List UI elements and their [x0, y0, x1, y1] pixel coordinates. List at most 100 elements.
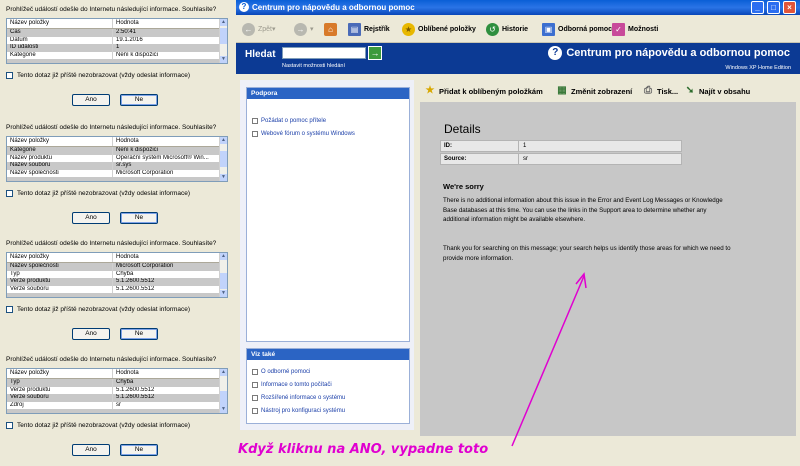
- link-computer-info[interactable]: Informace o tomto počítači: [247, 379, 409, 392]
- column-header-value[interactable]: Hodnota: [113, 137, 227, 146]
- no-button[interactable]: Ne: [120, 94, 158, 106]
- scroll-down-icon[interactable]: ▼: [220, 290, 227, 297]
- add-favorites-button[interactable]: ★ Přidat k oblíbeným položkám: [424, 84, 543, 98]
- link-ask-friend[interactable]: Požádat o pomoc přítele: [247, 115, 409, 128]
- find-in-content-button[interactable]: ➘ Najít v obsahu: [684, 84, 750, 98]
- send-info-dialog: Prohlížeč událostí odešle do Internetu n…: [0, 120, 236, 236]
- search-go-button[interactable]: →: [368, 46, 382, 60]
- yes-button[interactable]: Ano: [72, 212, 110, 224]
- column-header-name[interactable]: Název položky: [7, 253, 113, 262]
- column-header-name[interactable]: Název položky: [7, 369, 113, 378]
- checkbox-box[interactable]: [6, 306, 13, 313]
- dont-ask-checkbox[interactable]: Tento dotaz již příště nezobrazovat (vžd…: [6, 190, 190, 197]
- table-scrollbar[interactable]: ▲ ▼: [219, 369, 227, 413]
- maximize-button[interactable]: □: [767, 1, 780, 14]
- forward-button[interactable]: → ▾: [294, 21, 314, 37]
- yes-button[interactable]: Ano: [72, 328, 110, 340]
- table-row[interactable]: Datum 19.1.2016: [7, 36, 227, 44]
- yes-button[interactable]: Ano: [72, 94, 110, 106]
- index-button[interactable]: ▤ Rejstřík: [348, 21, 390, 37]
- scroll-up-icon[interactable]: ▲: [220, 253, 227, 260]
- table-row[interactable]: Zdroj sr: [7, 401, 227, 409]
- dialog-question: Prohlížeč událostí odešle do Internetu n…: [6, 240, 217, 247]
- table-scrollbar[interactable]: ▲ ▼: [219, 137, 227, 181]
- table-row[interactable]: Čas 2:50:41: [7, 29, 227, 37]
- search-options-link[interactable]: Nastavit možnosti hledání: [282, 63, 345, 69]
- link-label: Rozšířené informace o systému: [261, 395, 346, 401]
- table-row[interactable]: Verze souboru 5.1.2600.5512: [7, 394, 227, 402]
- dont-ask-checkbox[interactable]: Tento dotaz již příště nezobrazovat (vžd…: [6, 306, 190, 313]
- table-row[interactable]: Verze produktu 5.1.2600.5512: [7, 386, 227, 394]
- search-input[interactable]: [282, 47, 366, 59]
- no-info-paragraph: There is no additional information about…: [443, 197, 723, 223]
- checkbox-box[interactable]: [6, 422, 13, 429]
- column-header-name[interactable]: Název položky: [7, 19, 113, 28]
- link-advanced-system-info[interactable]: Rozšířené informace o systému: [247, 392, 409, 405]
- column-header-value[interactable]: Hodnota: [113, 253, 227, 262]
- window-title: Centrum pro nápovědu a odbornou pomoc: [252, 3, 415, 12]
- dont-ask-checkbox[interactable]: Tento dotaz již příště nezobrazovat (vžd…: [6, 72, 190, 79]
- scroll-thumb[interactable]: [220, 151, 227, 167]
- column-header-name[interactable]: Název položky: [7, 137, 113, 146]
- table-row[interactable]: Název společnosti Microsoft Corporation: [7, 169, 227, 177]
- change-view-button[interactable]: ▦ Změnit zobrazení: [556, 84, 632, 98]
- checkbox-box[interactable]: [6, 72, 13, 79]
- panel-header: Viz také: [247, 349, 409, 360]
- scroll-up-icon[interactable]: ▲: [220, 19, 227, 26]
- favorites-button[interactable]: ★ Oblíbené položky: [402, 21, 476, 37]
- cell-value: 5.1.2600.5512: [116, 394, 155, 400]
- cell-name: Název společnosti: [7, 169, 113, 177]
- table-row[interactable]: Název společnosti Microsoft Corporation: [7, 263, 227, 271]
- title-bar[interactable]: ? Centrum pro nápovědu a odbornou pomoc …: [236, 0, 800, 15]
- scroll-thumb[interactable]: [220, 391, 227, 407]
- table-scrollbar[interactable]: ▲ ▼: [219, 19, 227, 63]
- scroll-down-icon[interactable]: ▼: [220, 406, 227, 413]
- table-row[interactable]: Název produktu Operační systém Microsoft®…: [7, 154, 227, 162]
- link-about-support[interactable]: O odborné pomoci: [247, 366, 409, 379]
- info-table[interactable]: Název položky Hodnota Kategorie Není k di…: [6, 136, 228, 182]
- no-button[interactable]: Ne: [120, 444, 158, 456]
- yes-button[interactable]: Ano: [72, 444, 110, 456]
- table-row[interactable]: Název souboru sr.sys: [7, 162, 227, 170]
- scroll-down-icon[interactable]: ▼: [220, 56, 227, 63]
- print-button[interactable]: ⎙ Tisk...: [642, 84, 678, 98]
- table-scrollbar[interactable]: ▲ ▼: [219, 253, 227, 297]
- history-button[interactable]: ↺ Historie: [486, 21, 528, 37]
- support-button[interactable]: ▣ Odborná pomoc: [542, 21, 612, 37]
- scroll-thumb[interactable]: [220, 28, 227, 44]
- no-button[interactable]: Ne: [120, 328, 158, 340]
- scroll-up-icon[interactable]: ▲: [220, 137, 227, 144]
- table-row[interactable]: Kategorie Není k dispozici: [7, 51, 227, 59]
- back-button[interactable]: ← Zpět ▾: [242, 21, 276, 37]
- checkbox-box[interactable]: [6, 190, 13, 197]
- change-view-icon: ▦: [557, 85, 567, 96]
- table-row[interactable]: Typ Chyba: [7, 379, 227, 387]
- send-info-dialog: Prohlížeč událostí odešle do Internetu n…: [0, 236, 236, 352]
- no-button[interactable]: Ne: [120, 212, 158, 224]
- detail-key: ID:: [441, 141, 519, 151]
- close-button[interactable]: ×: [783, 1, 796, 14]
- column-header-value[interactable]: Hodnota: [113, 19, 227, 28]
- home-button[interactable]: ⌂: [324, 21, 340, 37]
- dont-ask-checkbox[interactable]: Tento dotaz již příště nezobrazovat (vžd…: [6, 422, 190, 429]
- info-table[interactable]: Název položky Hodnota Čas 2:50:41 Datum 19…: [6, 18, 228, 64]
- options-icon: ✓: [612, 22, 625, 36]
- scroll-up-icon[interactable]: ▲: [220, 369, 227, 376]
- info-table[interactable]: Název položky Hodnota Typ Chyba Verze pro…: [6, 368, 228, 414]
- table-row[interactable]: Typ Chyba: [7, 270, 227, 278]
- column-header-value[interactable]: Hodnota: [113, 369, 227, 378]
- info-table[interactable]: Název položky Hodnota Název společnosti M…: [6, 252, 228, 298]
- link-system-config[interactable]: Nástroj pro konfiguraci systému: [247, 405, 409, 418]
- table-row[interactable]: Verze souboru 5.1.2600.5512: [7, 285, 227, 293]
- table-row[interactable]: Verze produktu 5.1.2600.5512: [7, 278, 227, 286]
- checkbox-label: Tento dotaz již příště nezobrazovat (vžd…: [17, 72, 191, 79]
- options-button[interactable]: ✓ Možnosti: [612, 21, 658, 37]
- link-windows-forum[interactable]: Webové fórum o systému Windows: [247, 128, 409, 141]
- screenshot-root: Prohlížeč událostí odešle do Internetu n…: [0, 0, 800, 466]
- minimize-button[interactable]: _: [751, 1, 764, 14]
- dialog-stack: Prohlížeč událostí odešle do Internetu n…: [0, 0, 236, 466]
- scroll-down-icon[interactable]: ▼: [220, 174, 227, 181]
- table-row[interactable]: ID události 1: [7, 44, 227, 52]
- table-row[interactable]: Kategorie Není k dispozici: [7, 147, 227, 155]
- scroll-thumb[interactable]: [220, 273, 227, 289]
